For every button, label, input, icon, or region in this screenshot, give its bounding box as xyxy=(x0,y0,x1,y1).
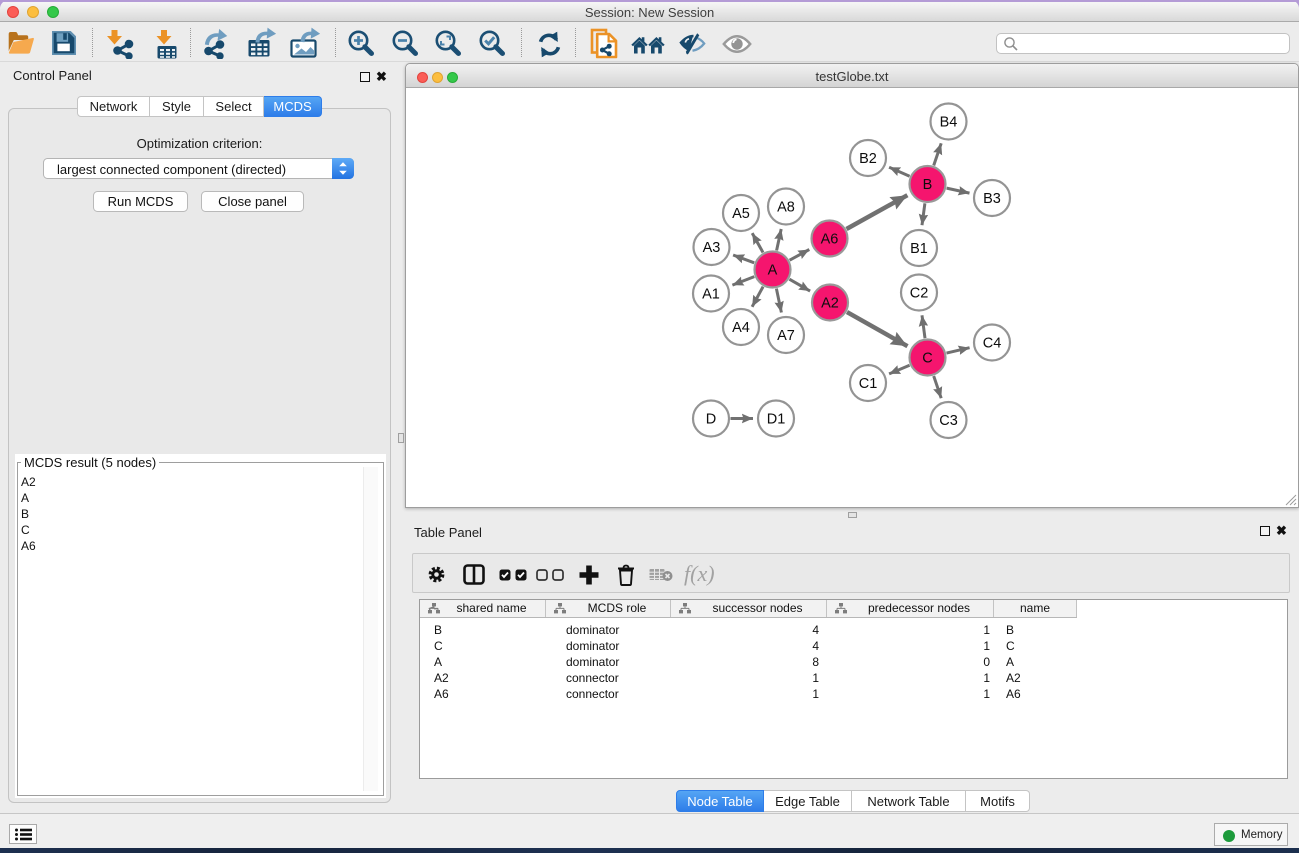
svg-text:C: C xyxy=(922,351,932,367)
svg-text:A6: A6 xyxy=(821,232,839,248)
svg-text:A3: A3 xyxy=(703,240,721,256)
svg-text:D1: D1 xyxy=(767,412,786,428)
svg-text:C4: C4 xyxy=(983,336,1002,352)
svg-text:A2: A2 xyxy=(821,296,839,312)
svg-text:A: A xyxy=(768,263,778,279)
svg-text:C1: C1 xyxy=(859,376,878,392)
svg-text:B1: B1 xyxy=(910,241,928,257)
svg-text:C3: C3 xyxy=(939,413,958,429)
svg-text:B2: B2 xyxy=(859,151,877,167)
svg-text:A5: A5 xyxy=(732,206,750,222)
svg-text:B3: B3 xyxy=(983,191,1001,207)
svg-text:B: B xyxy=(923,177,933,193)
svg-text:A1: A1 xyxy=(702,287,720,303)
svg-text:D: D xyxy=(706,412,716,428)
svg-text:A7: A7 xyxy=(777,328,795,344)
svg-text:A4: A4 xyxy=(732,320,750,336)
svg-text:A8: A8 xyxy=(777,200,795,216)
svg-text:C2: C2 xyxy=(910,286,929,302)
svg-text:B4: B4 xyxy=(940,115,958,131)
